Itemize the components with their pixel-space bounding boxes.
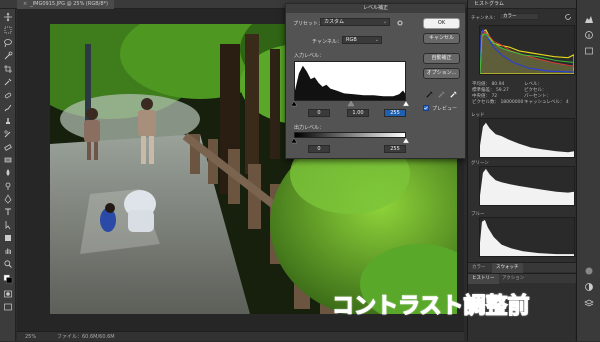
dodge-tool-icon[interactable] bbox=[3, 181, 13, 191]
color-histogram bbox=[479, 25, 575, 75]
preview-checkbox[interactable] bbox=[423, 105, 429, 111]
input-white-field[interactable]: 255 bbox=[384, 109, 406, 117]
checkmark-icon bbox=[424, 106, 428, 110]
histogram-stats: 平均値： 80.94 標準偏差： 59.27 中央値： 72 ピクセル数： 18… bbox=[472, 81, 572, 109]
black-point-eyedropper-icon[interactable] bbox=[425, 90, 434, 99]
gradient-tool-icon[interactable] bbox=[3, 155, 13, 165]
info-panel-icon[interactable] bbox=[584, 30, 594, 40]
input-black-field[interactable]: 0 bbox=[308, 109, 330, 117]
input-level-sliders[interactable] bbox=[292, 101, 410, 107]
hist-channel-value: カラー bbox=[503, 14, 517, 19]
overlay-caption: コントラスト調整前 bbox=[331, 293, 530, 319]
pen-tool-icon[interactable] bbox=[3, 194, 13, 204]
history-brush-tool-icon[interactable] bbox=[3, 129, 13, 139]
preset-dropdown[interactable]: カスタム ⌄ bbox=[320, 18, 390, 26]
input-gamma-field[interactable]: 1.00 bbox=[347, 109, 369, 117]
gray-point-eyedropper-icon[interactable] bbox=[437, 90, 446, 99]
output-levels-label: 出力レベル： bbox=[294, 125, 325, 131]
refresh-icon[interactable] bbox=[564, 13, 572, 21]
hist-channel-dropdown[interactable]: カラー bbox=[499, 13, 539, 20]
layers-panel-icon[interactable] bbox=[584, 298, 594, 308]
marquee-tool-icon[interactable] bbox=[3, 25, 13, 35]
quick-mask-icon[interactable] bbox=[3, 289, 13, 299]
tab-actions[interactable]: アクション bbox=[498, 274, 528, 284]
color-swatches-icon[interactable] bbox=[3, 274, 13, 284]
output-white-field[interactable]: 255 bbox=[384, 145, 406, 153]
blue-histogram bbox=[479, 217, 575, 257]
green-histogram bbox=[479, 166, 575, 206]
output-black-field[interactable]: 0 bbox=[308, 145, 330, 153]
preset-label: プリセット： bbox=[293, 21, 324, 27]
tab-history[interactable]: ヒストリー bbox=[468, 274, 499, 284]
stat-stddev-value: 59.27 bbox=[495, 88, 509, 93]
input-black-slider[interactable] bbox=[292, 101, 298, 107]
stat-pixels-label: ピクセル数： bbox=[472, 100, 499, 105]
shape-tool-icon[interactable] bbox=[3, 233, 13, 243]
zoom-tool-icon[interactable] bbox=[3, 259, 13, 269]
healing-brush-tool-icon[interactable] bbox=[3, 90, 13, 100]
white-point-eyedropper-icon[interactable] bbox=[449, 90, 458, 99]
document-tab-title: _IMG0915.JPG @ 25% (RGB/8*) bbox=[30, 1, 108, 7]
channel-label: チャンネル： bbox=[312, 39, 342, 45]
tab-swatches[interactable]: スウォッチ bbox=[492, 263, 523, 273]
stat-cache-label: キャッシュレベル： bbox=[524, 100, 565, 105]
eyedropper-tool-icon[interactable] bbox=[3, 77, 13, 87]
close-tab-icon[interactable]: × bbox=[23, 1, 27, 7]
input-gamma-slider[interactable] bbox=[347, 101, 355, 107]
history-actions-tabs: ヒストリー アクション bbox=[468, 273, 576, 284]
auto-button[interactable]: 自動補正 bbox=[423, 53, 460, 64]
tab-color[interactable]: カラー bbox=[468, 263, 490, 273]
path-selection-tool-icon[interactable] bbox=[3, 220, 13, 230]
clone-stamp-tool-icon[interactable] bbox=[3, 116, 13, 126]
lasso-tool-icon[interactable] bbox=[3, 38, 13, 48]
move-tool-icon[interactable] bbox=[3, 12, 13, 22]
histogram-panel-icon[interactable] bbox=[584, 14, 594, 24]
preset-value: カスタム bbox=[324, 19, 345, 25]
ok-button[interactable]: OK bbox=[423, 18, 460, 29]
hist-channel-label: チャンネル： bbox=[471, 16, 498, 21]
cancel-button[interactable]: キャンセル bbox=[423, 33, 460, 44]
input-white-slider[interactable] bbox=[402, 101, 410, 107]
panel-icon-strip bbox=[576, 0, 600, 341]
stat-pixels-value: 18000000 bbox=[500, 100, 524, 105]
input-levels-label: 入力レベル： bbox=[294, 53, 325, 59]
screen-mode-icon[interactable] bbox=[3, 302, 13, 312]
document-tab[interactable]: × _IMG0915.JPG @ 25% (RGB/8*) bbox=[17, 0, 114, 9]
blur-tool-icon[interactable] bbox=[3, 168, 13, 178]
stat-cache-value: 4 bbox=[565, 100, 569, 105]
brush-tool-icon[interactable] bbox=[3, 103, 13, 113]
histogram-panel-title: ヒストグラム bbox=[468, 0, 575, 9]
chevron-down-icon: ⌄ bbox=[374, 37, 379, 43]
preset-gear-icon[interactable] bbox=[396, 19, 404, 27]
channel-value: RGB bbox=[346, 37, 357, 43]
preview-label: プレビュー bbox=[432, 106, 458, 112]
navigator-panel-icon[interactable] bbox=[584, 46, 594, 56]
dialog-title: レベル補正 bbox=[286, 4, 465, 13]
output-white-slider[interactable] bbox=[402, 138, 410, 144]
eraser-tool-icon[interactable] bbox=[3, 142, 13, 152]
status-bar: 25% ファイル：60.6M/60.6M bbox=[17, 331, 464, 341]
adjustments-panel-icon[interactable] bbox=[584, 282, 594, 292]
output-level-sliders[interactable] bbox=[292, 138, 410, 144]
options-button[interactable]: オプション... bbox=[423, 68, 460, 79]
chevron-down-icon: ⌄ bbox=[382, 19, 387, 25]
crop-tool-icon[interactable] bbox=[3, 64, 13, 74]
levels-histogram bbox=[294, 61, 406, 101]
channel-dropdown[interactable]: RGB ⌄ bbox=[342, 36, 382, 44]
output-black-slider[interactable] bbox=[292, 138, 298, 144]
color-panel-icon[interactable] bbox=[584, 266, 594, 276]
tools-panel bbox=[0, 9, 16, 341]
hand-tool-icon[interactable] bbox=[3, 246, 13, 256]
levels-dialog: レベル補正 プリセット： カスタム ⌄ チャンネル： RGB ⌄ 入力レベル： 0 … bbox=[285, 3, 466, 159]
type-tool-icon[interactable] bbox=[3, 207, 13, 217]
color-swatches-tabs: カラー スウォッチ bbox=[468, 262, 576, 273]
quick-select-tool-icon[interactable] bbox=[3, 51, 13, 61]
red-histogram bbox=[479, 118, 575, 158]
